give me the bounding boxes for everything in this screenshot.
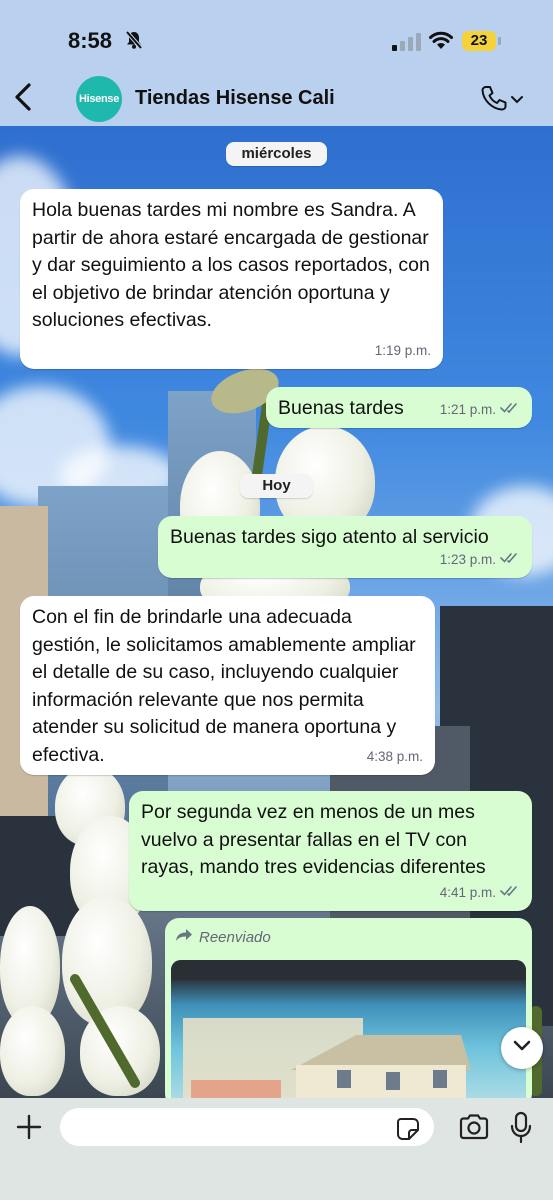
forwarded-media-message[interactable]: Reenviado (165, 918, 532, 1108)
message-text: Por segunda vez en menos de un mes vuelv… (141, 801, 486, 878)
message-time: 4:41 p.m. (439, 884, 496, 900)
cellular-signal-icon (392, 33, 422, 51)
forwarded-label: Reenviado (175, 924, 271, 952)
message-outgoing[interactable]: Buenas tardes 1:21 p.m. (266, 387, 532, 428)
avatar[interactable]: Hisense (76, 76, 122, 122)
status-bar: 8:58 23 (0, 0, 553, 68)
date-chip: miércoles (226, 142, 327, 166)
message-text: Hola buenas tardes mi nombre es Sandra. … (32, 199, 430, 331)
message-incoming[interactable]: Hola buenas tardes mi nombre es Sandra. … (20, 189, 443, 369)
read-ticks-icon (500, 879, 520, 907)
message-text: Buenas tardes (278, 397, 404, 419)
chevron-down-icon[interactable] (510, 92, 524, 110)
plus-icon[interactable] (14, 1112, 44, 1147)
chat-header: Hisense Tiendas Hisense Cali (0, 68, 553, 126)
message-input[interactable] (60, 1108, 434, 1146)
camera-icon[interactable] (458, 1114, 490, 1145)
status-time: 8:58 (68, 28, 113, 53)
date-chip: Hoy (240, 474, 313, 498)
message-outgoing[interactable]: Por segunda vez en menos de un mes vuelv… (129, 791, 532, 911)
message-time: 1:23 p.m. (439, 551, 496, 567)
wifi-icon (428, 29, 454, 56)
message-time: 4:38 p.m. (366, 748, 423, 764)
message-time: 1:19 p.m. (374, 342, 431, 358)
message-text: Con el fin de brindarle una adecuada ges… (32, 606, 416, 766)
forwarded-text: Reenviado (199, 929, 271, 946)
back-icon[interactable] (12, 82, 36, 117)
battery-indicator: 23 (462, 31, 496, 51)
read-ticks-icon (500, 546, 520, 574)
media-thumbnail[interactable] (171, 960, 526, 1108)
composer-bar (0, 1098, 553, 1200)
message-time: 1:21 p.m. (439, 401, 496, 417)
bell-muted-icon (124, 30, 144, 55)
contact-name[interactable]: Tiendas Hisense Cali (135, 87, 335, 110)
message-outgoing[interactable]: Buenas tardes sigo atento al servicio 1:… (158, 516, 532, 578)
battery-cap (498, 37, 501, 45)
scroll-down-button[interactable] (501, 1027, 543, 1069)
chevron-down-icon (513, 1039, 531, 1057)
message-incoming[interactable]: Con el fin de brindarle una adecuada ges… (20, 596, 435, 775)
sticker-icon[interactable] (396, 1117, 420, 1146)
read-ticks-icon (500, 396, 520, 424)
mic-icon[interactable] (510, 1111, 532, 1150)
forward-icon (175, 924, 193, 952)
